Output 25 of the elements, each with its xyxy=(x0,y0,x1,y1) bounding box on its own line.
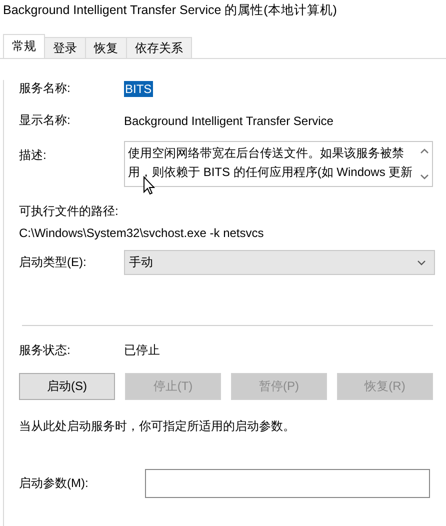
description-box[interactable]: 使用空闲网络带宽在后台传送文件。如果该服务被禁用，则依赖于 BITS 的任何应用程序(如 Windows 更新 xyxy=(124,141,433,187)
mouse-pointer-icon xyxy=(143,176,155,195)
tab[interactable]: 依存关系 xyxy=(126,37,192,58)
hint-text: 当从此处启动服务时，你可指定所适用的启动参数。 xyxy=(19,418,296,435)
scroll-up-icon[interactable] xyxy=(420,148,428,154)
field-label: 启动参数(M): xyxy=(19,475,90,492)
field-label: 描述: xyxy=(19,147,48,164)
field-label: 服务状态: xyxy=(19,342,72,359)
field-label: 启动类型(E): xyxy=(19,254,88,271)
window-title: Background Intelligent Transfer Service 的属性(本地计算机) xyxy=(2,2,338,19)
start-parameters-field[interactable] xyxy=(145,469,430,498)
field-label: 显示名称: xyxy=(19,112,72,129)
service-status-value: 已停止 xyxy=(124,342,160,359)
service-name-value: BITS xyxy=(124,80,153,96)
startup-type-dropdown[interactable]: 手动 xyxy=(124,250,435,275)
field-label: 可执行文件的路径: xyxy=(19,203,120,220)
tab[interactable]: 恢复 xyxy=(85,37,127,58)
executable-path: C:\Windows\System32\svchost.exe -k netsvcs xyxy=(19,226,265,240)
tab[interactable]: 登录 xyxy=(44,37,86,58)
chevron-down-icon xyxy=(417,260,426,266)
display-name-value: Background Intelligent Transfer Service xyxy=(124,114,334,128)
tab[interactable]: 常规 xyxy=(3,34,45,58)
scroll-down-icon[interactable] xyxy=(420,174,428,180)
field-label: 服务名称: xyxy=(19,80,72,97)
service-button[interactable]: 启动(S) xyxy=(19,373,115,400)
